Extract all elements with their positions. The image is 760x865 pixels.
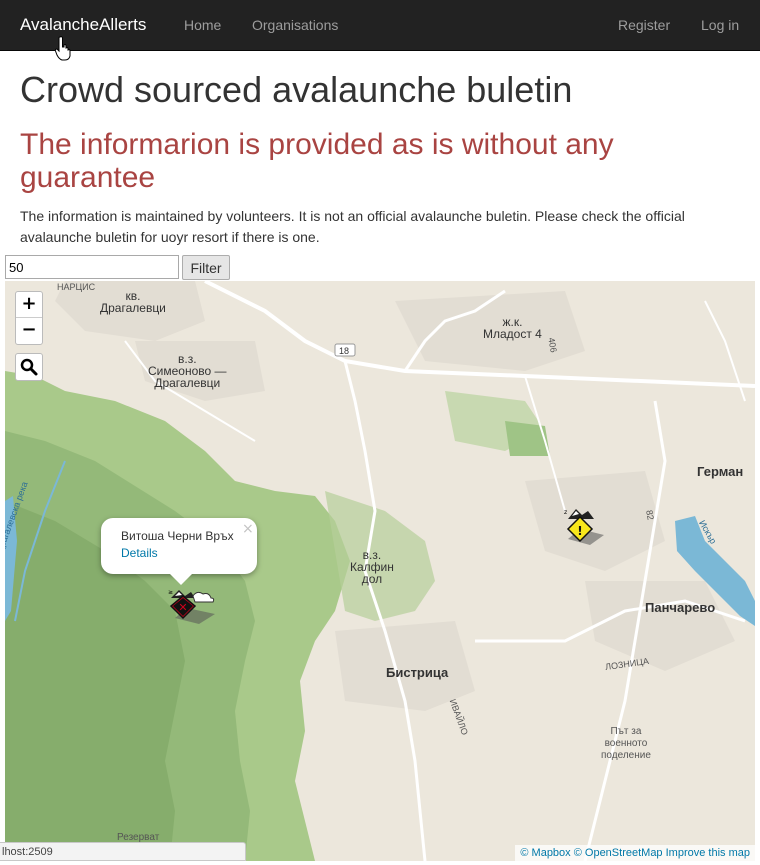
zoom-out-button[interactable]: − (16, 318, 42, 344)
map-search-button[interactable] (15, 353, 43, 381)
label-dragalevtsi: кв. Драгалевци (100, 289, 166, 315)
svg-text:≥: ≥ (168, 589, 173, 596)
improve-map-link[interactable]: Improve this map (666, 847, 750, 859)
label-military: Път за военното поделение (601, 726, 651, 761)
filter-button[interactable]: Filter (182, 255, 230, 280)
nav-login[interactable]: Log in (701, 17, 739, 33)
osm-attribution-link[interactable]: © OpenStreetMap (574, 847, 663, 859)
map-attribution: © Mapbox © OpenStreetMap Improve this ma… (515, 845, 755, 861)
svg-text:!: ! (577, 524, 582, 538)
avalanche-marker-vitosha[interactable]: ✕ ≥ (165, 584, 221, 624)
label-simeonovo: в.з. Симеоново — Драгалевци (148, 352, 227, 390)
label-bistritsa: Бистрица (386, 665, 449, 680)
search-icon (20, 358, 38, 376)
label-german: Герман (697, 464, 744, 479)
label-road-18: 18 (339, 346, 350, 356)
avalanche-marker-pancharevo[interactable]: ! z (560, 505, 610, 547)
label-mladost: ж.к. Младост 4 (483, 315, 542, 341)
hand-cursor-icon (55, 36, 71, 61)
browser-status-bar: lhost:2509 (0, 842, 246, 861)
filter-input[interactable] (5, 255, 179, 279)
label-kalfin: в.з. Калфин дол (350, 548, 394, 586)
map[interactable]: НАРЦИС кв. Драгалевци в.з. Симеоново — Д… (5, 281, 755, 861)
svg-text:z: z (564, 509, 567, 516)
popup-tip (170, 574, 192, 585)
info-paragraph: The information is maintained by volunte… (20, 208, 685, 245)
brand-link[interactable]: AvalancheAllerts (20, 15, 146, 35)
navbar: AvalancheAllerts Home Organisations Regi… (0, 0, 760, 61)
popup-title: Витоша Черни Връх (121, 529, 234, 543)
mapbox-attribution-link[interactable]: © Mapbox (520, 847, 570, 859)
label-road-406: 406 (546, 336, 559, 354)
warning-heading: The informarion is provided as is withou… (20, 128, 614, 194)
label-pancharevo: Панчарево (645, 600, 716, 615)
page-title: Crowd sourced avalaunche buletin (20, 69, 573, 110)
zoom-in-button[interactable]: + (16, 292, 42, 318)
nav-organisations[interactable]: Organisations (252, 17, 338, 33)
nav-home[interactable]: Home (184, 17, 221, 33)
popup-details-link[interactable]: Details (121, 546, 158, 560)
popup-close-button[interactable]: × (242, 521, 254, 537)
label-road-82: 82 (644, 509, 656, 521)
nav-register[interactable]: Register (618, 17, 670, 33)
zoom-control: + − (15, 291, 43, 345)
label-narcis: НАРЦИС (57, 282, 96, 292)
marker-popup: Витоша Черни Връх Details × (101, 518, 257, 585)
svg-text:✕: ✕ (178, 601, 187, 614)
